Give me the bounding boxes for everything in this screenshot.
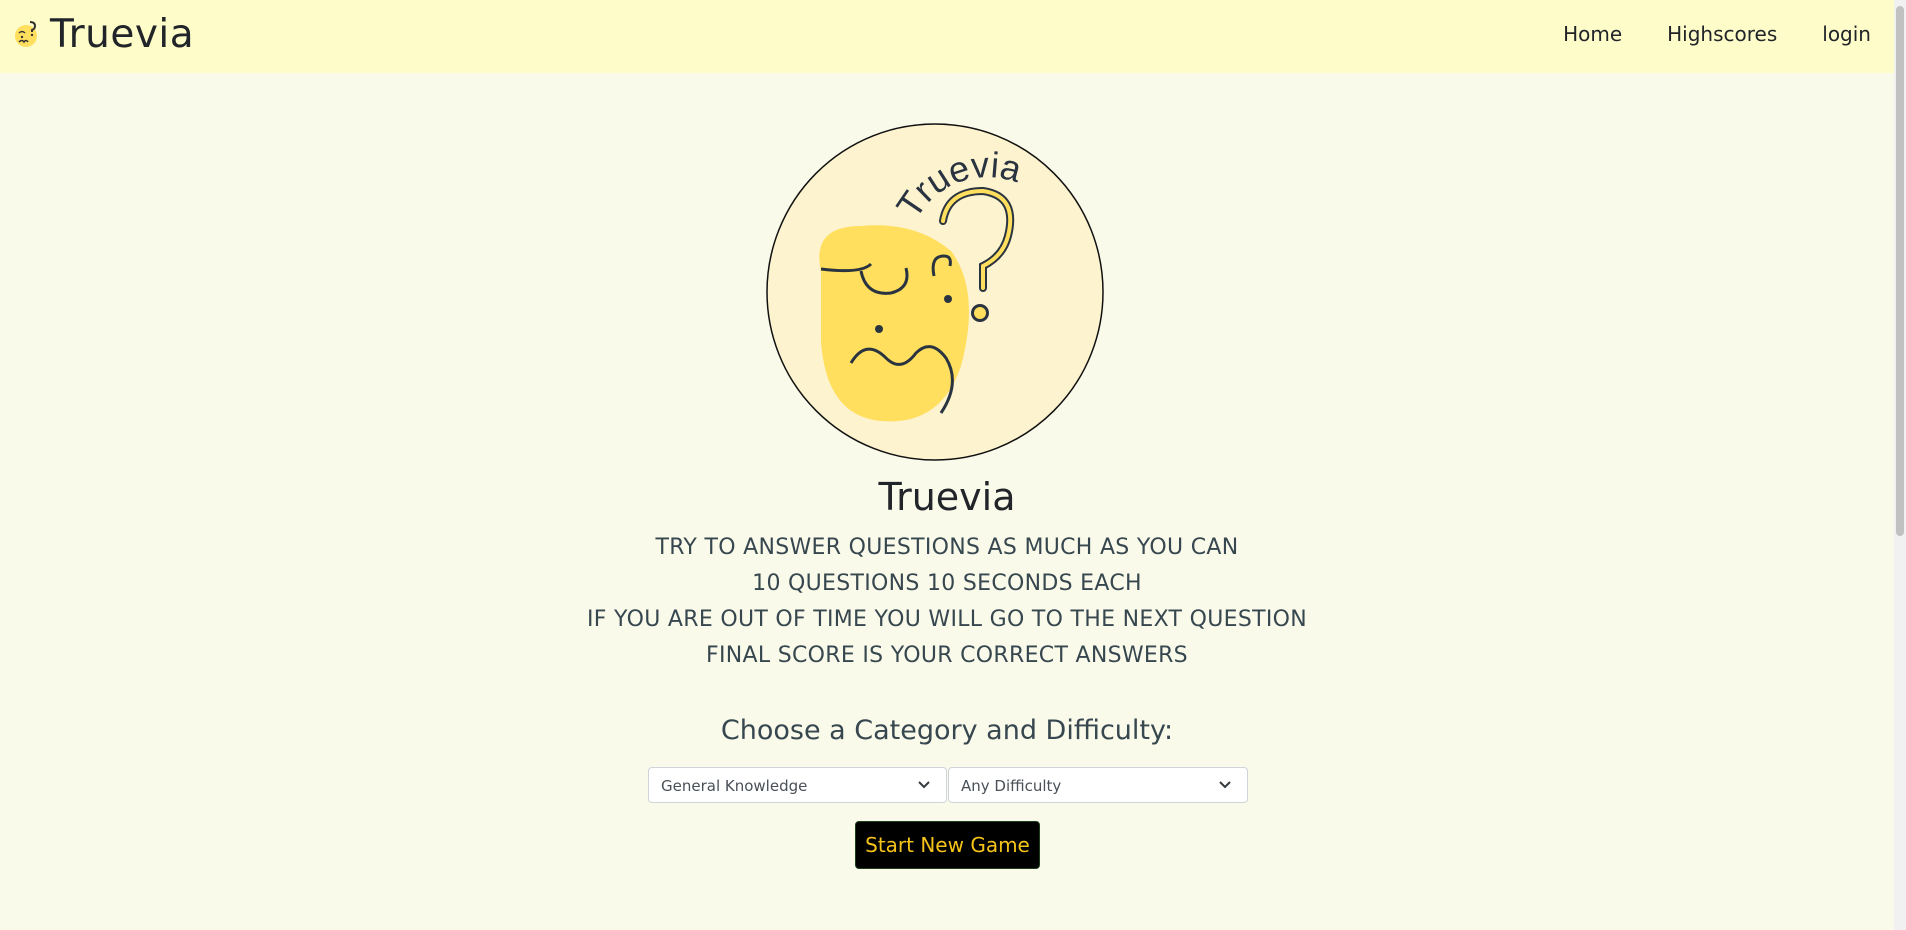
page-scrollbar[interactable] xyxy=(1894,0,1906,930)
brand-name: Truevia xyxy=(50,11,195,57)
nav-highscores-link[interactable]: Highscores xyxy=(1667,22,1777,46)
chevron-down-icon xyxy=(1219,781,1231,789)
nav-home-link[interactable]: Home xyxy=(1563,22,1622,46)
difficulty-select-value: Any Difficulty xyxy=(961,777,1062,795)
rules-list: TRY TO ANSWER QUESTIONS AS MUCH AS YOU C… xyxy=(0,530,1894,674)
category-select-value: General Knowledge xyxy=(661,777,808,795)
hero-logo-image: Truevia xyxy=(766,123,1104,461)
category-select[interactable]: General Knowledge xyxy=(648,767,947,803)
scrollbar-thumb[interactable] xyxy=(1896,6,1904,536)
start-new-game-button[interactable]: Start New Game xyxy=(855,821,1040,869)
brand-logo-icon xyxy=(15,21,37,47)
nav-login-link[interactable]: login xyxy=(1822,22,1871,46)
rule-line: 10 QUESTIONS 10 SECONDS EACH xyxy=(752,571,1142,596)
rule-line: FINAL SCORE IS YOUR CORRECT ANSWERS xyxy=(706,643,1188,668)
rule-line: TRY TO ANSWER QUESTIONS AS MUCH AS YOU C… xyxy=(655,535,1239,560)
chevron-down-icon xyxy=(918,781,930,789)
choose-label: Choose a Category and Difficulty: xyxy=(720,715,1174,746)
difficulty-select[interactable]: Any Difficulty xyxy=(948,767,1248,803)
navbar: Truevia Home Highscores login xyxy=(0,0,1906,73)
rule-line: IF YOU ARE OUT OF TIME YOU WILL GO TO TH… xyxy=(587,607,1307,632)
nav-links: Home Highscores login xyxy=(1563,22,1871,46)
page-title: Truevia xyxy=(878,475,1016,519)
brand-link[interactable]: Truevia xyxy=(10,10,194,58)
